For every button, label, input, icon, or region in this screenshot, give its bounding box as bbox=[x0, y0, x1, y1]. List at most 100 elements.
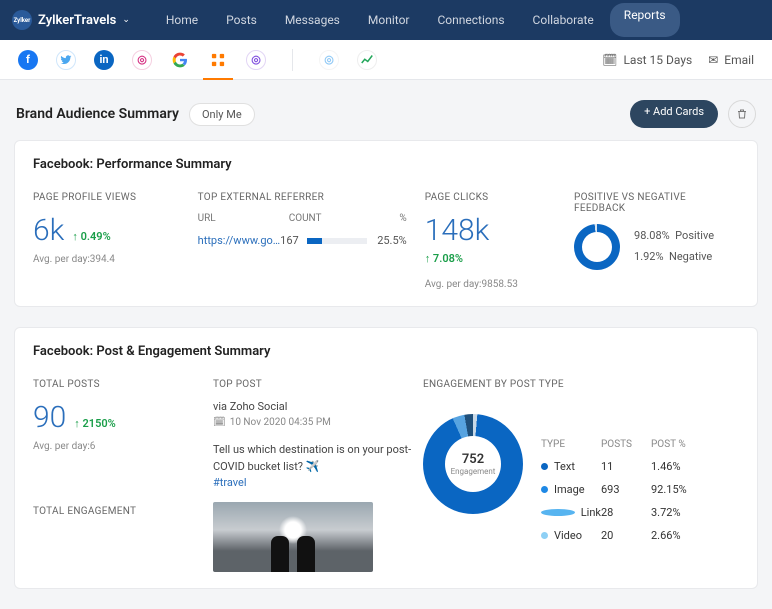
divider bbox=[292, 49, 293, 71]
page-header: Brand Audience Summary Only Me + Add Car… bbox=[0, 80, 772, 140]
nav-messages[interactable]: Messages bbox=[273, 3, 352, 37]
top-post-hashtag[interactable]: #travel bbox=[213, 476, 247, 489]
pct-cell: 2.66% bbox=[651, 529, 701, 542]
posts-cell: 11 bbox=[601, 460, 651, 473]
profile-views-value: 6k bbox=[33, 213, 64, 248]
positive-label: Positive bbox=[675, 229, 714, 242]
total-posts-delta: ↑ 2150% bbox=[74, 417, 116, 430]
top-post-source: via Zoho Social bbox=[213, 400, 413, 413]
th-pct: % bbox=[367, 213, 407, 224]
negative-label: Negative bbox=[669, 250, 712, 263]
brand-caret-icon[interactable]: ⌄ bbox=[122, 15, 130, 25]
top-post-image bbox=[213, 502, 373, 572]
pct-cell: 3.72% bbox=[651, 506, 701, 519]
clicks-delta: ↑ 7.08% bbox=[425, 252, 564, 265]
email-label: Email bbox=[724, 53, 754, 67]
brand-logo: Zylker bbox=[12, 10, 32, 30]
nav-reports[interactable]: Reports bbox=[610, 3, 680, 37]
feedback-donut bbox=[574, 224, 620, 270]
engagement-donut: 752 Engagement bbox=[423, 414, 523, 514]
clicks-label: PAGE CLICKS bbox=[425, 192, 564, 203]
clicks-value: 148k bbox=[425, 213, 564, 248]
dot-icon bbox=[541, 486, 548, 493]
twitter-icon[interactable] bbox=[56, 50, 76, 70]
table-row: Image 693 92.15% bbox=[541, 478, 701, 501]
date-range-label: Last 15 Days bbox=[623, 53, 692, 67]
avg-value: 6 bbox=[90, 441, 96, 452]
facebook-icon[interactable]: f bbox=[18, 50, 38, 70]
email-button[interactable]: ✉ Email bbox=[708, 53, 754, 67]
pct-cell: 1.46% bbox=[651, 460, 701, 473]
nav-home[interactable]: Home bbox=[154, 3, 210, 37]
card-title: Facebook: Performance Summary bbox=[33, 157, 739, 172]
card-title: Facebook: Post & Engagement Summary bbox=[33, 344, 739, 359]
positive-pct: 98.08% bbox=[634, 229, 670, 242]
referrer-count: 167 bbox=[280, 234, 299, 247]
linkedin-icon[interactable]: in bbox=[94, 50, 114, 70]
top-post-text: Tell us which destination is on your pos… bbox=[213, 443, 411, 473]
feedback-label: POSITIVE VS NEGATIVE FEEDBACK bbox=[574, 192, 739, 214]
avg-value: 9858.53 bbox=[481, 279, 517, 290]
posts-cell: 28 bbox=[601, 506, 651, 519]
trash-icon bbox=[736, 108, 748, 120]
overview-icon[interactable]: ◎ bbox=[319, 50, 339, 70]
profile-views-delta: ↑ 0.49% bbox=[72, 230, 110, 243]
profile-views-label: PAGE PROFILE VIEWS bbox=[33, 192, 180, 203]
table-row: Video 20 2.66% bbox=[541, 524, 701, 547]
date-range-picker[interactable]: 🗓 Last 15 Days bbox=[602, 53, 692, 67]
type-cell: Link bbox=[581, 506, 601, 519]
referrer-bar bbox=[307, 238, 367, 244]
type-cell: Video bbox=[554, 529, 582, 542]
table-row: Text 11 1.46% bbox=[541, 455, 701, 478]
type-cell: Image bbox=[554, 483, 585, 496]
calendar-icon: 🗓 bbox=[602, 53, 617, 67]
posts-cell: 693 bbox=[601, 483, 651, 496]
engagement-label: ENGAGEMENT BY POST TYPE bbox=[423, 379, 739, 390]
th-posts: POSTS bbox=[601, 439, 651, 450]
avg-label: Avg. per day: bbox=[33, 254, 90, 265]
facebook-performance-card: Facebook: Performance Summary PAGE PROFI… bbox=[14, 140, 758, 307]
channel-iconbar: f in ◎ ◎ ◎ 🗓 Last 15 Days ✉ Email bbox=[0, 40, 772, 80]
total-posts-label: TOTAL POSTS bbox=[33, 379, 203, 390]
referrer-row: https://www.go… 167 25.5% bbox=[198, 234, 407, 247]
avg-value: 394.4 bbox=[90, 254, 115, 265]
referrer-url[interactable]: https://www.go… bbox=[198, 234, 281, 247]
facebook-post-card: Facebook: Post & Engagement Summary TOTA… bbox=[14, 327, 758, 589]
page-title: Brand Audience Summary bbox=[16, 106, 179, 122]
posts-cell: 20 bbox=[601, 529, 651, 542]
top-nav: Zylker ZylkerTravels ⌄ Home Posts Messag… bbox=[0, 0, 772, 40]
table-row: Link 28 3.72% bbox=[541, 501, 701, 524]
avg-label: Avg. per day: bbox=[425, 279, 482, 290]
dot-icon bbox=[541, 509, 575, 516]
dot-icon bbox=[541, 463, 548, 470]
delete-button[interactable] bbox=[728, 100, 756, 128]
google-business-icon[interactable] bbox=[170, 50, 190, 70]
mail-icon: ✉ bbox=[708, 53, 718, 67]
grid-icon[interactable] bbox=[208, 50, 228, 70]
top-post-date: 10 Nov 2020 04:35 PM bbox=[230, 417, 331, 428]
brand-name[interactable]: ZylkerTravels bbox=[38, 13, 116, 28]
calendar-icon: 🗓 bbox=[213, 417, 226, 428]
th-pct: POST % bbox=[651, 439, 701, 450]
target-icon[interactable]: ◎ bbox=[246, 50, 266, 70]
type-cell: Text bbox=[554, 460, 575, 473]
referrer-label: TOP EXTERNAL REFERRER bbox=[198, 192, 407, 203]
th-url: URL bbox=[198, 213, 289, 224]
total-engagement-label: TOTAL ENGAGEMENT bbox=[33, 506, 203, 517]
negative-pct: 1.92% bbox=[634, 250, 664, 263]
nav-posts[interactable]: Posts bbox=[214, 3, 269, 37]
dot-icon bbox=[541, 532, 548, 539]
analytics-icon[interactable] bbox=[357, 50, 377, 70]
referrer-pct: 25.5% bbox=[367, 234, 407, 247]
total-posts-value: 90 bbox=[33, 400, 66, 435]
pct-cell: 92.15% bbox=[651, 483, 701, 496]
nav-monitor[interactable]: Monitor bbox=[356, 3, 422, 37]
scope-chip[interactable]: Only Me bbox=[189, 103, 255, 126]
nav-connections[interactable]: Connections bbox=[425, 3, 516, 37]
nav-collaborate[interactable]: Collaborate bbox=[521, 3, 606, 37]
avg-label: Avg. per day: bbox=[33, 441, 90, 452]
instagram-icon[interactable]: ◎ bbox=[132, 50, 152, 70]
th-type: TYPE bbox=[541, 439, 601, 450]
add-cards-button[interactable]: + Add Cards bbox=[630, 100, 718, 128]
th-count: COUNT bbox=[289, 213, 367, 224]
